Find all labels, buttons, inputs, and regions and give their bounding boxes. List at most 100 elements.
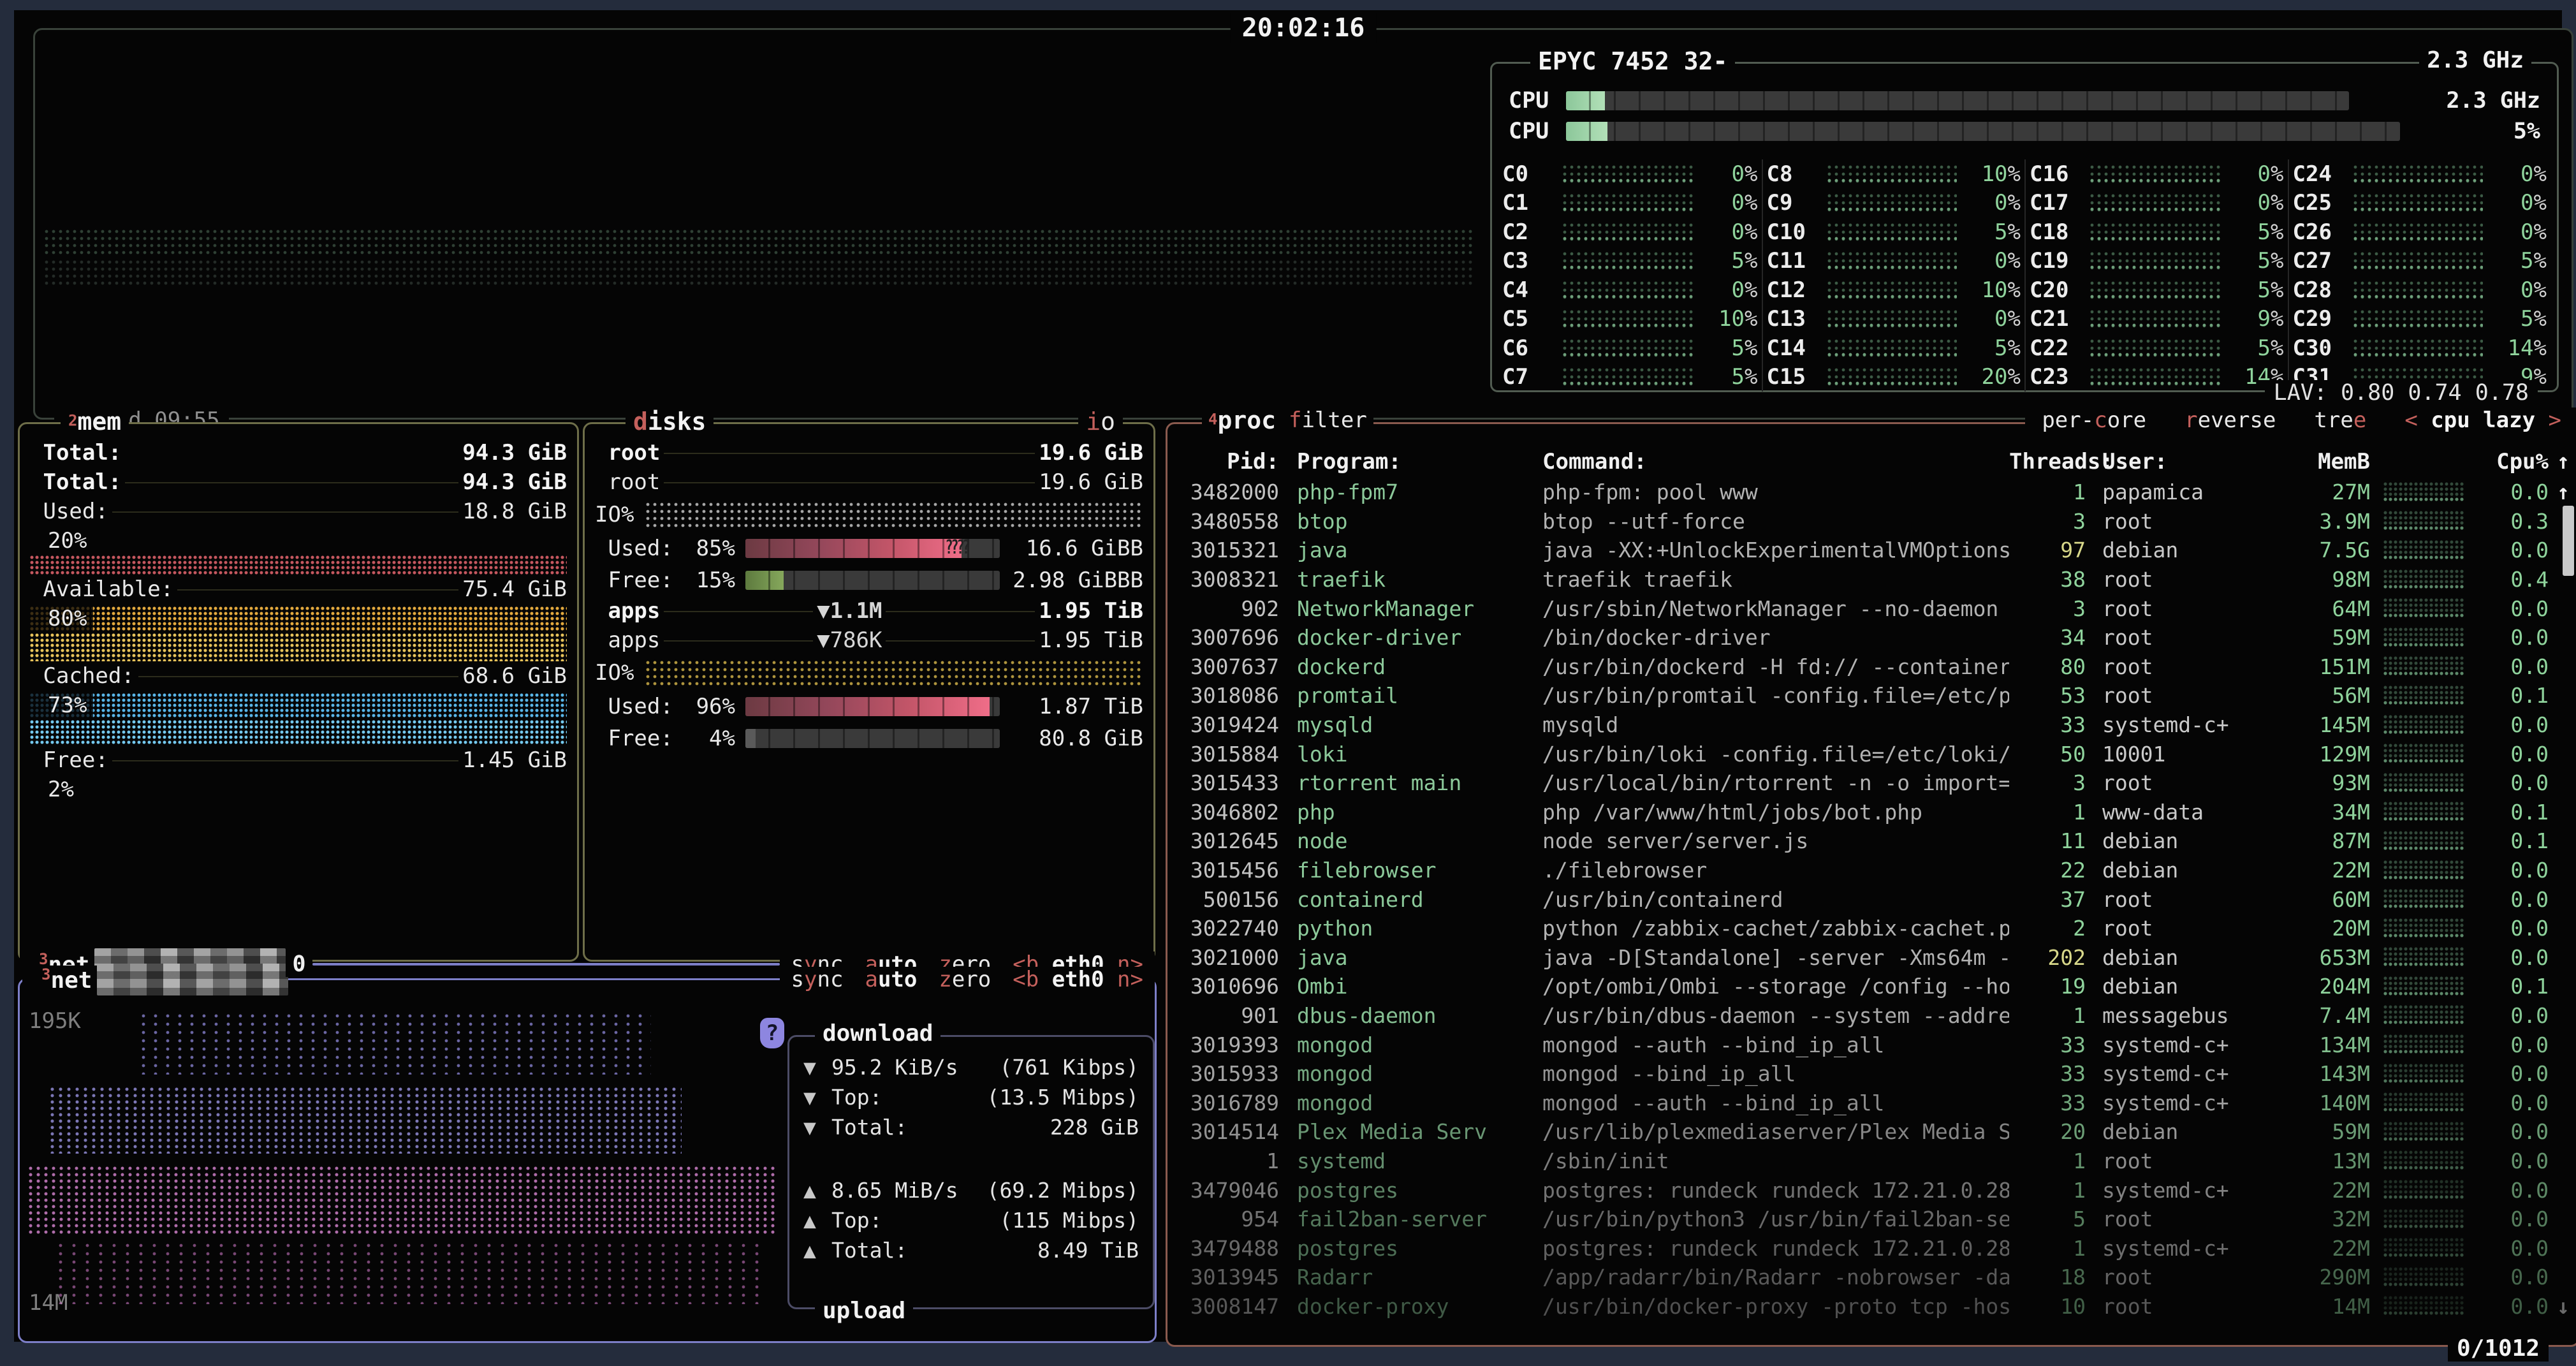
core-usage-percent: 5% bbox=[2483, 306, 2547, 332]
core-row-C15: C1520% bbox=[1767, 363, 2021, 392]
mem-value: 1.45 GiB bbox=[462, 747, 567, 773]
core-usage-graph bbox=[2353, 251, 2484, 270]
upload-stat-row: ▲Total:8.49 TiB bbox=[789, 1235, 1153, 1265]
process-row[interactable]: 3007637dockerd/usr/bin/dockerd -H fd:// … bbox=[1167, 652, 2576, 682]
disk-meter bbox=[745, 729, 1000, 748]
mem-percent: 80% bbox=[30, 606, 93, 631]
process-row[interactable]: 3015933mongodmongod --bind_ip_all33syste… bbox=[1167, 1059, 2576, 1089]
process-user: debian bbox=[2086, 1119, 2281, 1144]
core-column-2: C160%C170%C185%C195%C205%C219%C225%C2314… bbox=[2024, 159, 2288, 392]
process-row[interactable]: 3013945Radarr/app/radarr/bin/Radarr -nob… bbox=[1167, 1263, 2576, 1292]
col-command[interactable]: Command: bbox=[1542, 449, 2009, 474]
mem-value: 68.6 GiB bbox=[462, 663, 567, 689]
process-row[interactable]: 3015433rtorrent main/usr/local/bin/rtorr… bbox=[1167, 768, 2576, 798]
core-row-C14: C145% bbox=[1767, 334, 2021, 363]
process-program: mongod bbox=[1279, 1091, 1542, 1115]
col-pid[interactable]: Pid: bbox=[1167, 449, 1279, 474]
col-memb[interactable]: MemB bbox=[2281, 449, 2370, 474]
process-cpu: 0.0 bbox=[2478, 1091, 2549, 1115]
process-program: php-fpm7 bbox=[1279, 480, 1542, 504]
process-threads: 33 bbox=[2009, 1091, 2086, 1115]
process-user: systemd-c+ bbox=[2086, 1032, 2281, 1057]
process-row[interactable]: 3019424mysqldmysqld33systemd-c+145M0.0 bbox=[1167, 710, 2576, 740]
process-mem: 32M bbox=[2281, 1207, 2370, 1231]
process-row[interactable]: 3022740pythonpython /zabbix-cachet/zabbi… bbox=[1167, 914, 2576, 943]
interface-eth0-button[interactable]: <b eth0 n> bbox=[1013, 967, 1143, 992]
sync-button[interactable]: sync bbox=[791, 967, 844, 992]
net-scale-top: 195K bbox=[29, 1008, 81, 1034]
process-command: mongod --bind_ip_all bbox=[1542, 1061, 2009, 1086]
process-row[interactable]: 1systemd/sbin/init1root13M0.0 bbox=[1167, 1147, 2576, 1176]
process-command: python /zabbix-cachet/zabbix-cachet.py bbox=[1542, 916, 2009, 941]
process-row[interactable]: 3014514Plex Media Serv/usr/lib/plexmedia… bbox=[1167, 1117, 2576, 1147]
tree-button[interactable]: tree bbox=[2308, 408, 2373, 433]
process-row[interactable]: 954fail2ban-server/usr/bin/python3 /usr/… bbox=[1167, 1205, 2576, 1234]
process-mem: 14M bbox=[2281, 1294, 2370, 1319]
process-row[interactable]: 901dbus-daemon/usr/bin/dbus-daemon --sys… bbox=[1167, 1001, 2576, 1031]
process-mem: 7.5G bbox=[2281, 538, 2370, 562]
core-row-C30: C3014% bbox=[2293, 334, 2547, 363]
process-cpu: 0.0 bbox=[2478, 916, 2549, 941]
process-row[interactable]: 3015456filebrowser./filebrowser22debian2… bbox=[1167, 856, 2576, 885]
process-row[interactable]: 500156containerd/usr/bin/containerd37roo… bbox=[1167, 885, 2576, 914]
process-cpu-graph bbox=[2383, 1034, 2465, 1055]
process-cpu: 0.0 bbox=[2478, 480, 2549, 504]
process-cpu-graph bbox=[2383, 860, 2465, 881]
process-row[interactable]: 3007696docker-driver/bin/docker-driver34… bbox=[1167, 623, 2576, 652]
core-usage-percent: 0% bbox=[1694, 219, 1758, 245]
proc-scrollbar-thumb[interactable] bbox=[2563, 506, 2574, 576]
process-program: Radarr bbox=[1279, 1265, 1542, 1289]
reverse-button[interactable]: reverse bbox=[2178, 408, 2282, 433]
process-row[interactable]: 3019393mongodmongod --auth --bind_ip_all… bbox=[1167, 1030, 2576, 1059]
up-arrow-icon: ▲ bbox=[803, 1238, 831, 1263]
mem-panel-title[interactable]: mem bbox=[77, 408, 121, 436]
col-cpu[interactable]: Cpu% bbox=[2478, 449, 2549, 474]
process-row[interactable]: 3012645nodenode server/server.js11debian… bbox=[1167, 826, 2576, 856]
auto-button[interactable]: auto bbox=[865, 967, 917, 992]
process-row[interactable]: 3046802phpphp /var/www/html/jobs/bot.php… bbox=[1167, 798, 2576, 827]
process-row[interactable]: 3482000php-fpm7php-fpm: pool www1papamic… bbox=[1167, 478, 2576, 507]
io-mode-toggle[interactable]: o bbox=[1101, 408, 1115, 436]
sort-cpu-lazy-button[interactable]: < cpu lazy > bbox=[2398, 408, 2568, 433]
col-user[interactable]: User: bbox=[2086, 449, 2281, 474]
zero-button[interactable]: zero bbox=[939, 967, 991, 992]
process-row[interactable]: 3016789mongodmongod --auth --bind_ip_all… bbox=[1167, 1088, 2576, 1117]
process-row[interactable]: 3010696Ombi/opt/ombi/Ombi --storage /con… bbox=[1167, 972, 2576, 1001]
process-threads: 5 bbox=[2009, 1207, 2086, 1231]
process-row[interactable]: 3008147docker-proxy/usr/bin/docker-proxy… bbox=[1167, 1292, 2576, 1321]
process-row[interactable]: 3479046postgrespostgres: rundeck rundeck… bbox=[1167, 1175, 2576, 1205]
core-row-C20: C205% bbox=[2030, 275, 2284, 305]
process-row[interactable]: 3021000javajava -D[Standalone] -server -… bbox=[1167, 943, 2576, 973]
filter-button[interactable]: filter bbox=[1282, 408, 1373, 433]
core-column-1: C810%C90%C105%C110%C1210%C130%C145%C1520… bbox=[1762, 159, 2025, 392]
core-row-C4: C40% bbox=[1502, 275, 1758, 305]
process-cpu-graph bbox=[2383, 773, 2465, 793]
process-cpu-graph bbox=[2383, 511, 2465, 531]
process-row[interactable]: 3479488postgrespostgres: rundeck rundeck… bbox=[1167, 1233, 2576, 1263]
core-label: C10 bbox=[1767, 219, 1827, 245]
process-row[interactable]: 3015884loki/usr/bin/loki -config.file=/e… bbox=[1167, 739, 2576, 768]
mem-percent: 73% bbox=[30, 693, 93, 718]
core-usage-percent: 5% bbox=[2220, 219, 2284, 245]
proc-panel-title[interactable]: proc bbox=[1217, 406, 1276, 434]
process-row[interactable]: 902NetworkManager/usr/sbin/NetworkManage… bbox=[1167, 594, 2576, 623]
col-threads[interactable]: Threads: bbox=[2009, 449, 2086, 474]
cpu-history-graph-lower bbox=[44, 260, 1472, 288]
process-pid: 3016789 bbox=[1167, 1091, 1279, 1115]
process-program: mysqld bbox=[1279, 712, 1542, 737]
process-row[interactable]: 3480558btopbtop --utf-force3root3.9M0.3 bbox=[1167, 507, 2576, 536]
process-row[interactable]: 3018086promtail/usr/bin/promtail -config… bbox=[1167, 681, 2576, 710]
core-usage-percent: 0% bbox=[2220, 161, 2284, 187]
mem-graph-band bbox=[30, 720, 567, 745]
core-row-C23: C2314% bbox=[2030, 363, 2284, 392]
process-row[interactable]: 3008321traefiktraefik traefik38root98M0.… bbox=[1167, 565, 2576, 594]
per-core-button[interactable]: per-core bbox=[2035, 408, 2153, 433]
col-program[interactable]: Program: bbox=[1279, 449, 1542, 474]
process-cpu-graph bbox=[2383, 1180, 2465, 1200]
sort-direction-icon[interactable]: ↑ bbox=[2549, 449, 2576, 474]
process-row[interactable]: 3015321javajava -XX:+UnlockExperimentalV… bbox=[1167, 536, 2576, 565]
download-title: download bbox=[815, 1020, 940, 1047]
process-user: systemd-c+ bbox=[2086, 1236, 2281, 1261]
disks-panel-title[interactable]: isks bbox=[648, 408, 706, 436]
core-row-C21: C219% bbox=[2030, 305, 2284, 334]
